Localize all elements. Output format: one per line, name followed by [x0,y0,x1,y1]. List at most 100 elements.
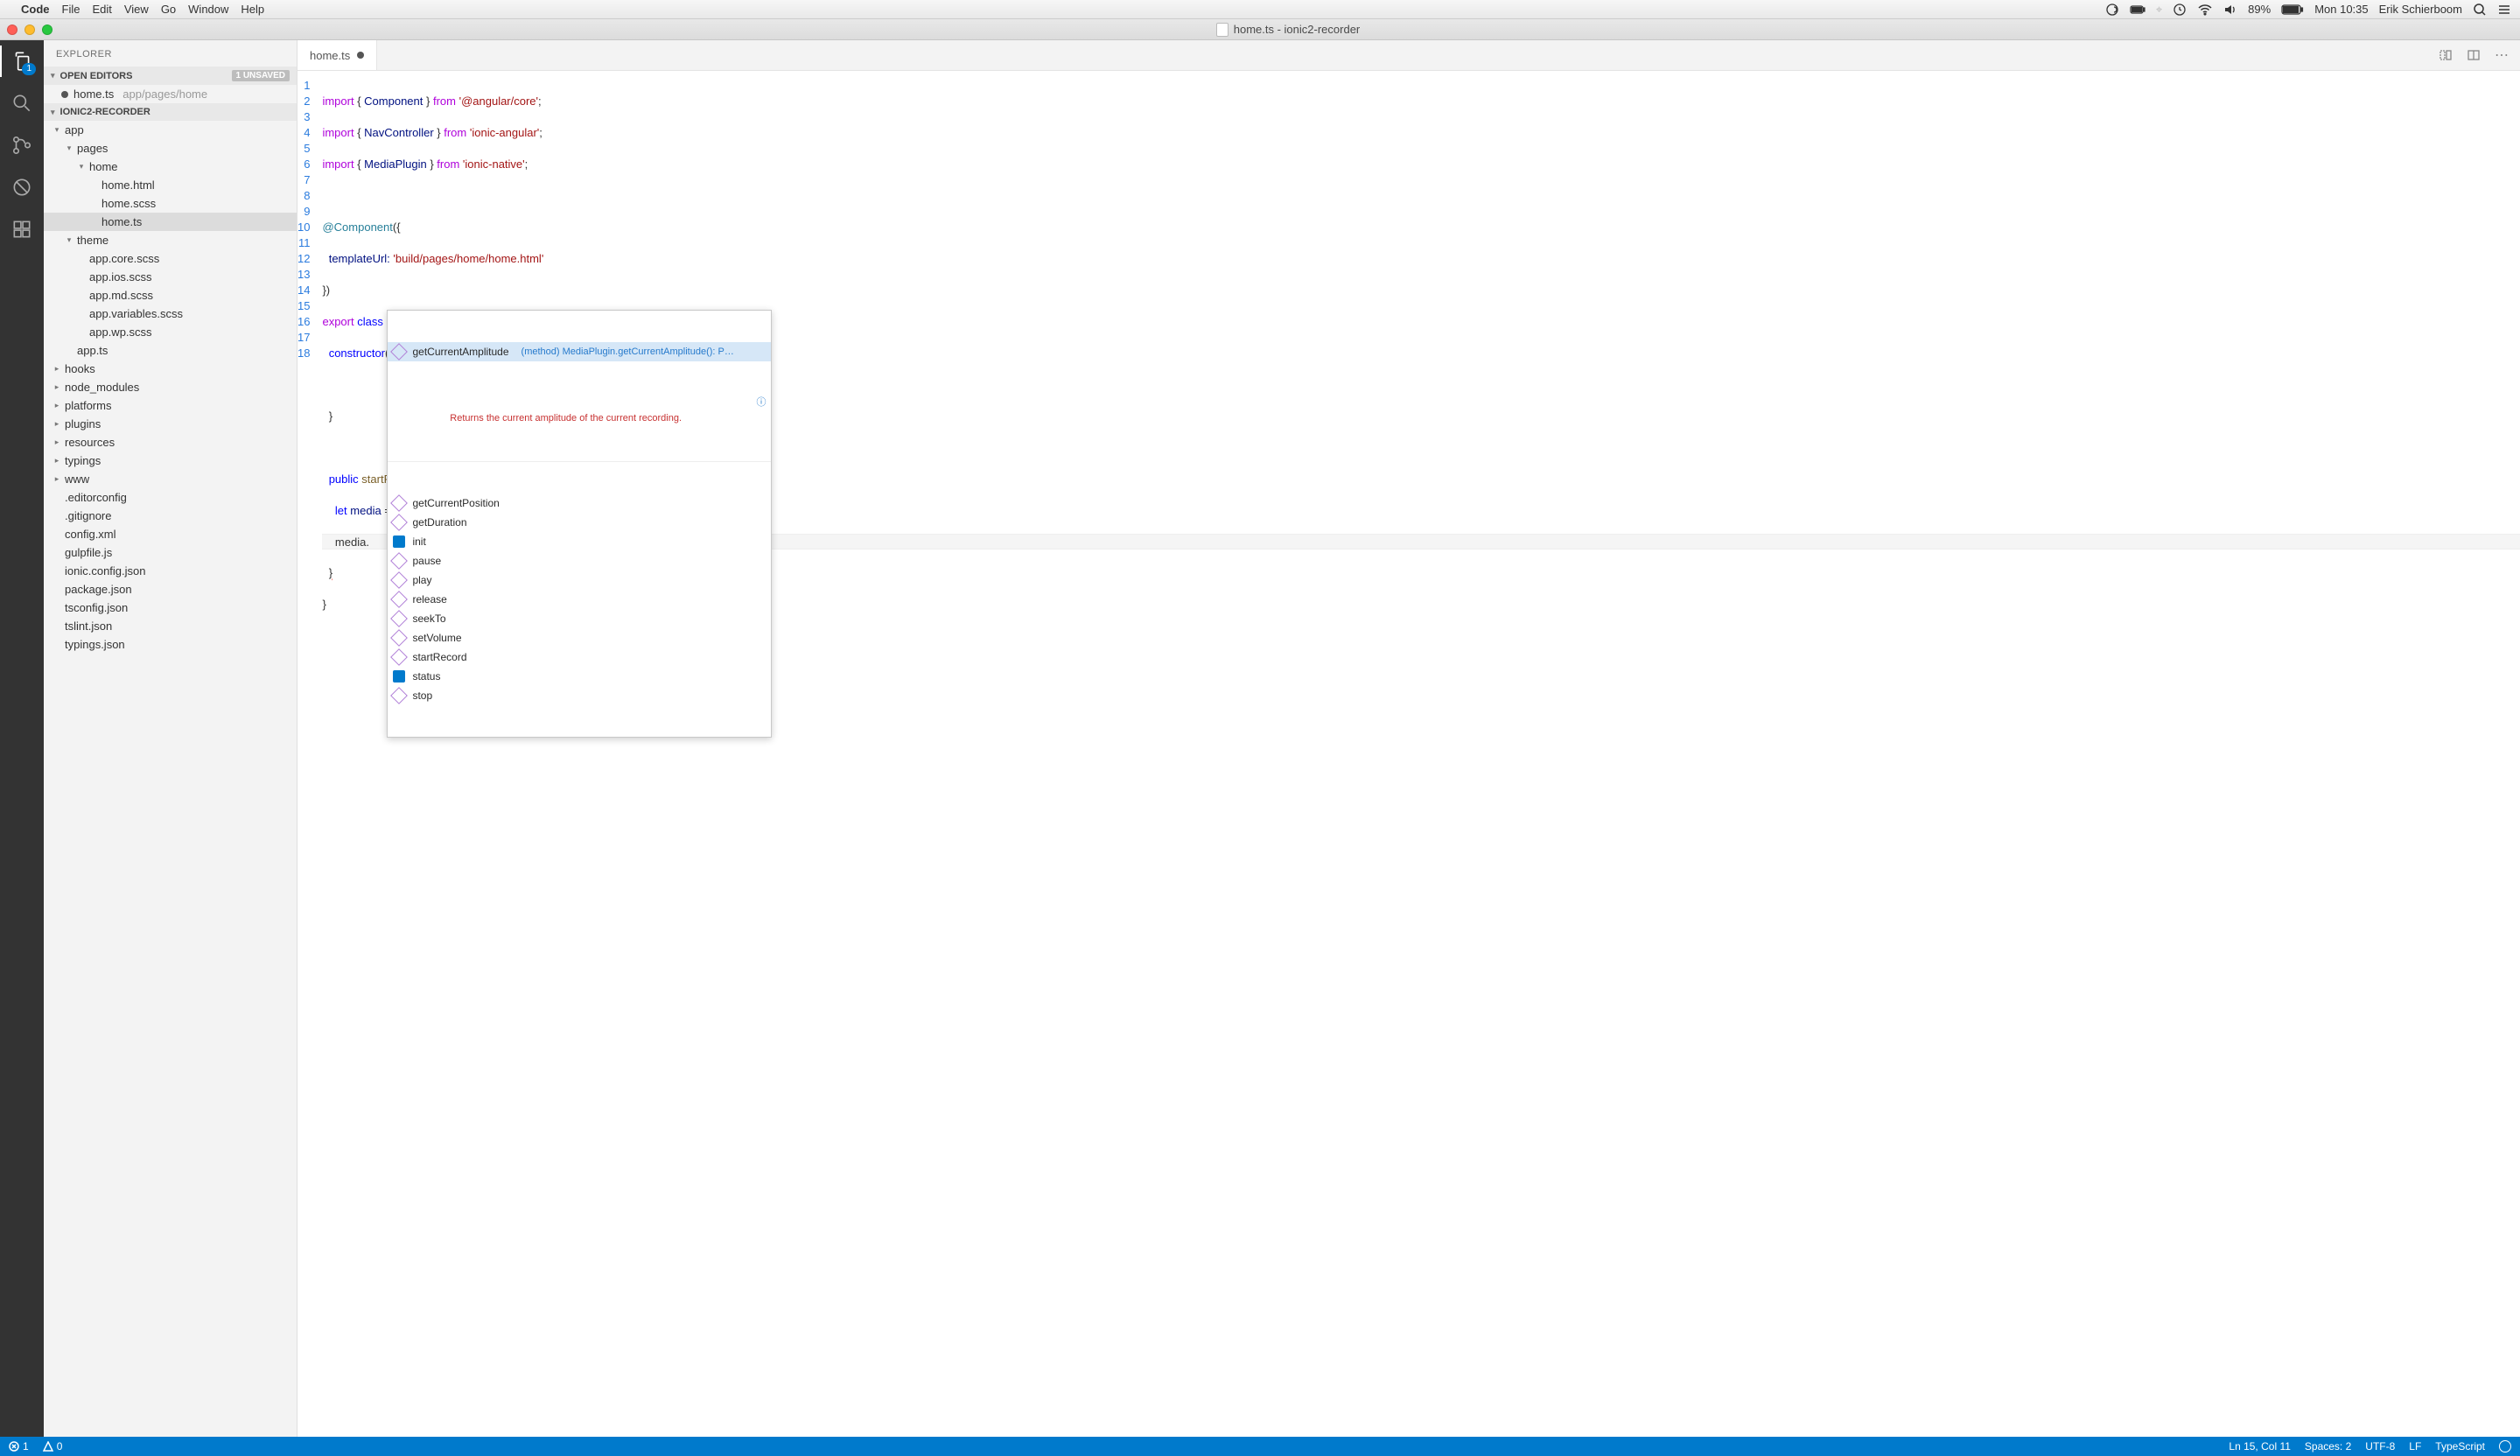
status-encoding[interactable]: UTF-8 [2365,1440,2395,1452]
intellisense-item[interactable]: init [388,532,771,551]
tree-file[interactable]: home.ts [44,213,297,231]
window-title-text: home.ts - ionic2-recorder [1234,23,1361,36]
activity-debug[interactable] [10,175,34,200]
tree-file[interactable]: typings.json [44,635,297,654]
intellisense-item[interactable]: getCurrentPosition [388,494,771,513]
tree-folder[interactable]: ▸node_modules [44,378,297,396]
activity-git[interactable] [10,133,34,158]
tree-folder[interactable]: ▾pages [44,139,297,158]
status-errors[interactable]: 1 [9,1440,29,1452]
tree-file[interactable]: app.ts [44,341,297,360]
tree-file[interactable]: app.ios.scss [44,268,297,286]
tree-folder[interactable]: ▾home [44,158,297,176]
menu-file[interactable]: File [62,3,80,16]
status-warnings[interactable]: 0 [43,1440,63,1452]
datetime[interactable]: Mon 10:35 [2314,3,2368,16]
method-icon [391,514,409,531]
status-language[interactable]: TypeScript [2435,1440,2485,1452]
intellisense-item[interactable]: status [388,667,771,686]
status-position[interactable]: Ln 15, Col 11 [2229,1440,2291,1452]
intellisense-item[interactable]: release [388,590,771,609]
tree-file[interactable]: .gitignore [44,507,297,525]
menu-help[interactable]: Help [241,3,264,16]
menu-window[interactable]: Window [188,3,228,16]
more-icon[interactable]: ⋯ [2494,47,2510,63]
spotlight-icon[interactable] [2473,3,2487,17]
tree-file[interactable]: .editorconfig [44,488,297,507]
intellisense-item[interactable]: play [388,570,771,590]
tree-item-label: app.variables.scss [89,307,183,320]
bluetooth-icon[interactable]: ⌖ [2156,3,2162,17]
menu-go[interactable]: Go [161,3,176,16]
code-editor[interactable]: 123456789101112131415161718 import { Com… [298,71,2520,1437]
volume-icon[interactable] [2223,4,2237,16]
intellisense-label: getCurrentPosition [412,495,499,511]
tree-folder[interactable]: ▸platforms [44,396,297,415]
user-name[interactable]: Erik Schierboom [2379,3,2462,16]
battery-menu-icon[interactable] [2130,4,2146,15]
status-eol[interactable]: LF [2409,1440,2421,1452]
tree-folder[interactable]: ▾app [44,121,297,139]
menu-view[interactable]: View [124,3,149,16]
open-editors-header[interactable]: ▾ OPEN EDITORS 1 UNSAVED [44,66,297,85]
status-spaces[interactable]: Spaces: 2 [2305,1440,2351,1452]
chevron-icon: ▾ [65,235,74,245]
feedback-icon[interactable] [2499,1440,2511,1452]
tree-file[interactable]: package.json [44,580,297,598]
battery-percent[interactable]: 89% [2248,3,2271,16]
tree-file[interactable]: config.xml [44,525,297,543]
tree-file[interactable]: app.variables.scss [44,304,297,323]
method-icon [391,552,409,570]
project-header[interactable]: ▾ IONIC2-RECORDER [44,103,297,121]
tree-file[interactable]: home.html [44,176,297,194]
file-icon [1216,23,1228,37]
info-icon[interactable]: ⓘ [756,395,766,410]
menu-icon[interactable] [2497,4,2511,16]
tab-home-ts[interactable]: home.ts [298,40,377,70]
tree-item-label: resources [65,436,115,449]
menu-edit[interactable]: Edit [92,3,111,16]
wifi-icon[interactable] [2197,4,2213,16]
tree-file[interactable]: gulpfile.js [44,543,297,562]
editor-area: home.ts ⋯ 123456789101112131415161718 im… [298,40,2520,1437]
split-editor-icon[interactable] [2466,47,2482,63]
tree-item-label: app.wp.scss [89,326,152,339]
close-button[interactable] [7,24,18,35]
code-content[interactable]: import { Component } from '@angular/core… [322,71,2520,1437]
activity-extensions[interactable] [10,217,34,242]
timemachine-icon[interactable] [2173,3,2187,17]
chevron-icon: ▸ [52,438,61,447]
tree-file[interactable]: tslint.json [44,617,297,635]
intellisense-item[interactable]: seekTo [388,609,771,628]
battery-icon[interactable] [2281,4,2304,16]
tree-file[interactable]: ionic.config.json [44,562,297,580]
tree-file[interactable]: home.scss [44,194,297,213]
chevron-down-icon: ▾ [51,108,55,117]
open-editor-item[interactable]: home.ts app/pages/home [44,85,297,103]
tree-folder[interactable]: ▸www [44,470,297,488]
minimize-button[interactable] [24,24,35,35]
tree-file[interactable]: app.core.scss [44,249,297,268]
maximize-button[interactable] [42,24,52,35]
compare-icon[interactable] [2438,47,2454,63]
dnd-icon[interactable] [2105,3,2119,17]
tree-folder[interactable]: ▸typings [44,452,297,470]
intellisense-item-selected[interactable]: getCurrentAmplitude (method) MediaPlugin… [388,342,771,361]
tree-file[interactable]: tsconfig.json [44,598,297,617]
tree-file[interactable]: app.wp.scss [44,323,297,341]
tree-folder[interactable]: ▾theme [44,231,297,249]
intellisense-popup[interactable]: getCurrentAmplitude (method) MediaPlugin… [387,310,772,738]
tree-file[interactable]: app.md.scss [44,286,297,304]
tree-folder[interactable]: ▸hooks [44,360,297,378]
activity-search[interactable] [10,91,34,116]
tree-folder[interactable]: ▸ resources [44,433,297,452]
intellisense-item[interactable]: startRecord [388,648,771,667]
activity-explorer[interactable]: 1 [10,49,34,74]
intellisense-item[interactable]: getDuration [388,513,771,532]
intellisense-item[interactable]: stop [388,686,771,705]
intellisense-label: play [412,572,431,588]
intellisense-item[interactable]: pause [388,551,771,570]
intellisense-item[interactable]: setVolume [388,628,771,648]
tree-folder[interactable]: ▸plugins [44,415,297,433]
app-name[interactable]: Code [21,3,50,16]
